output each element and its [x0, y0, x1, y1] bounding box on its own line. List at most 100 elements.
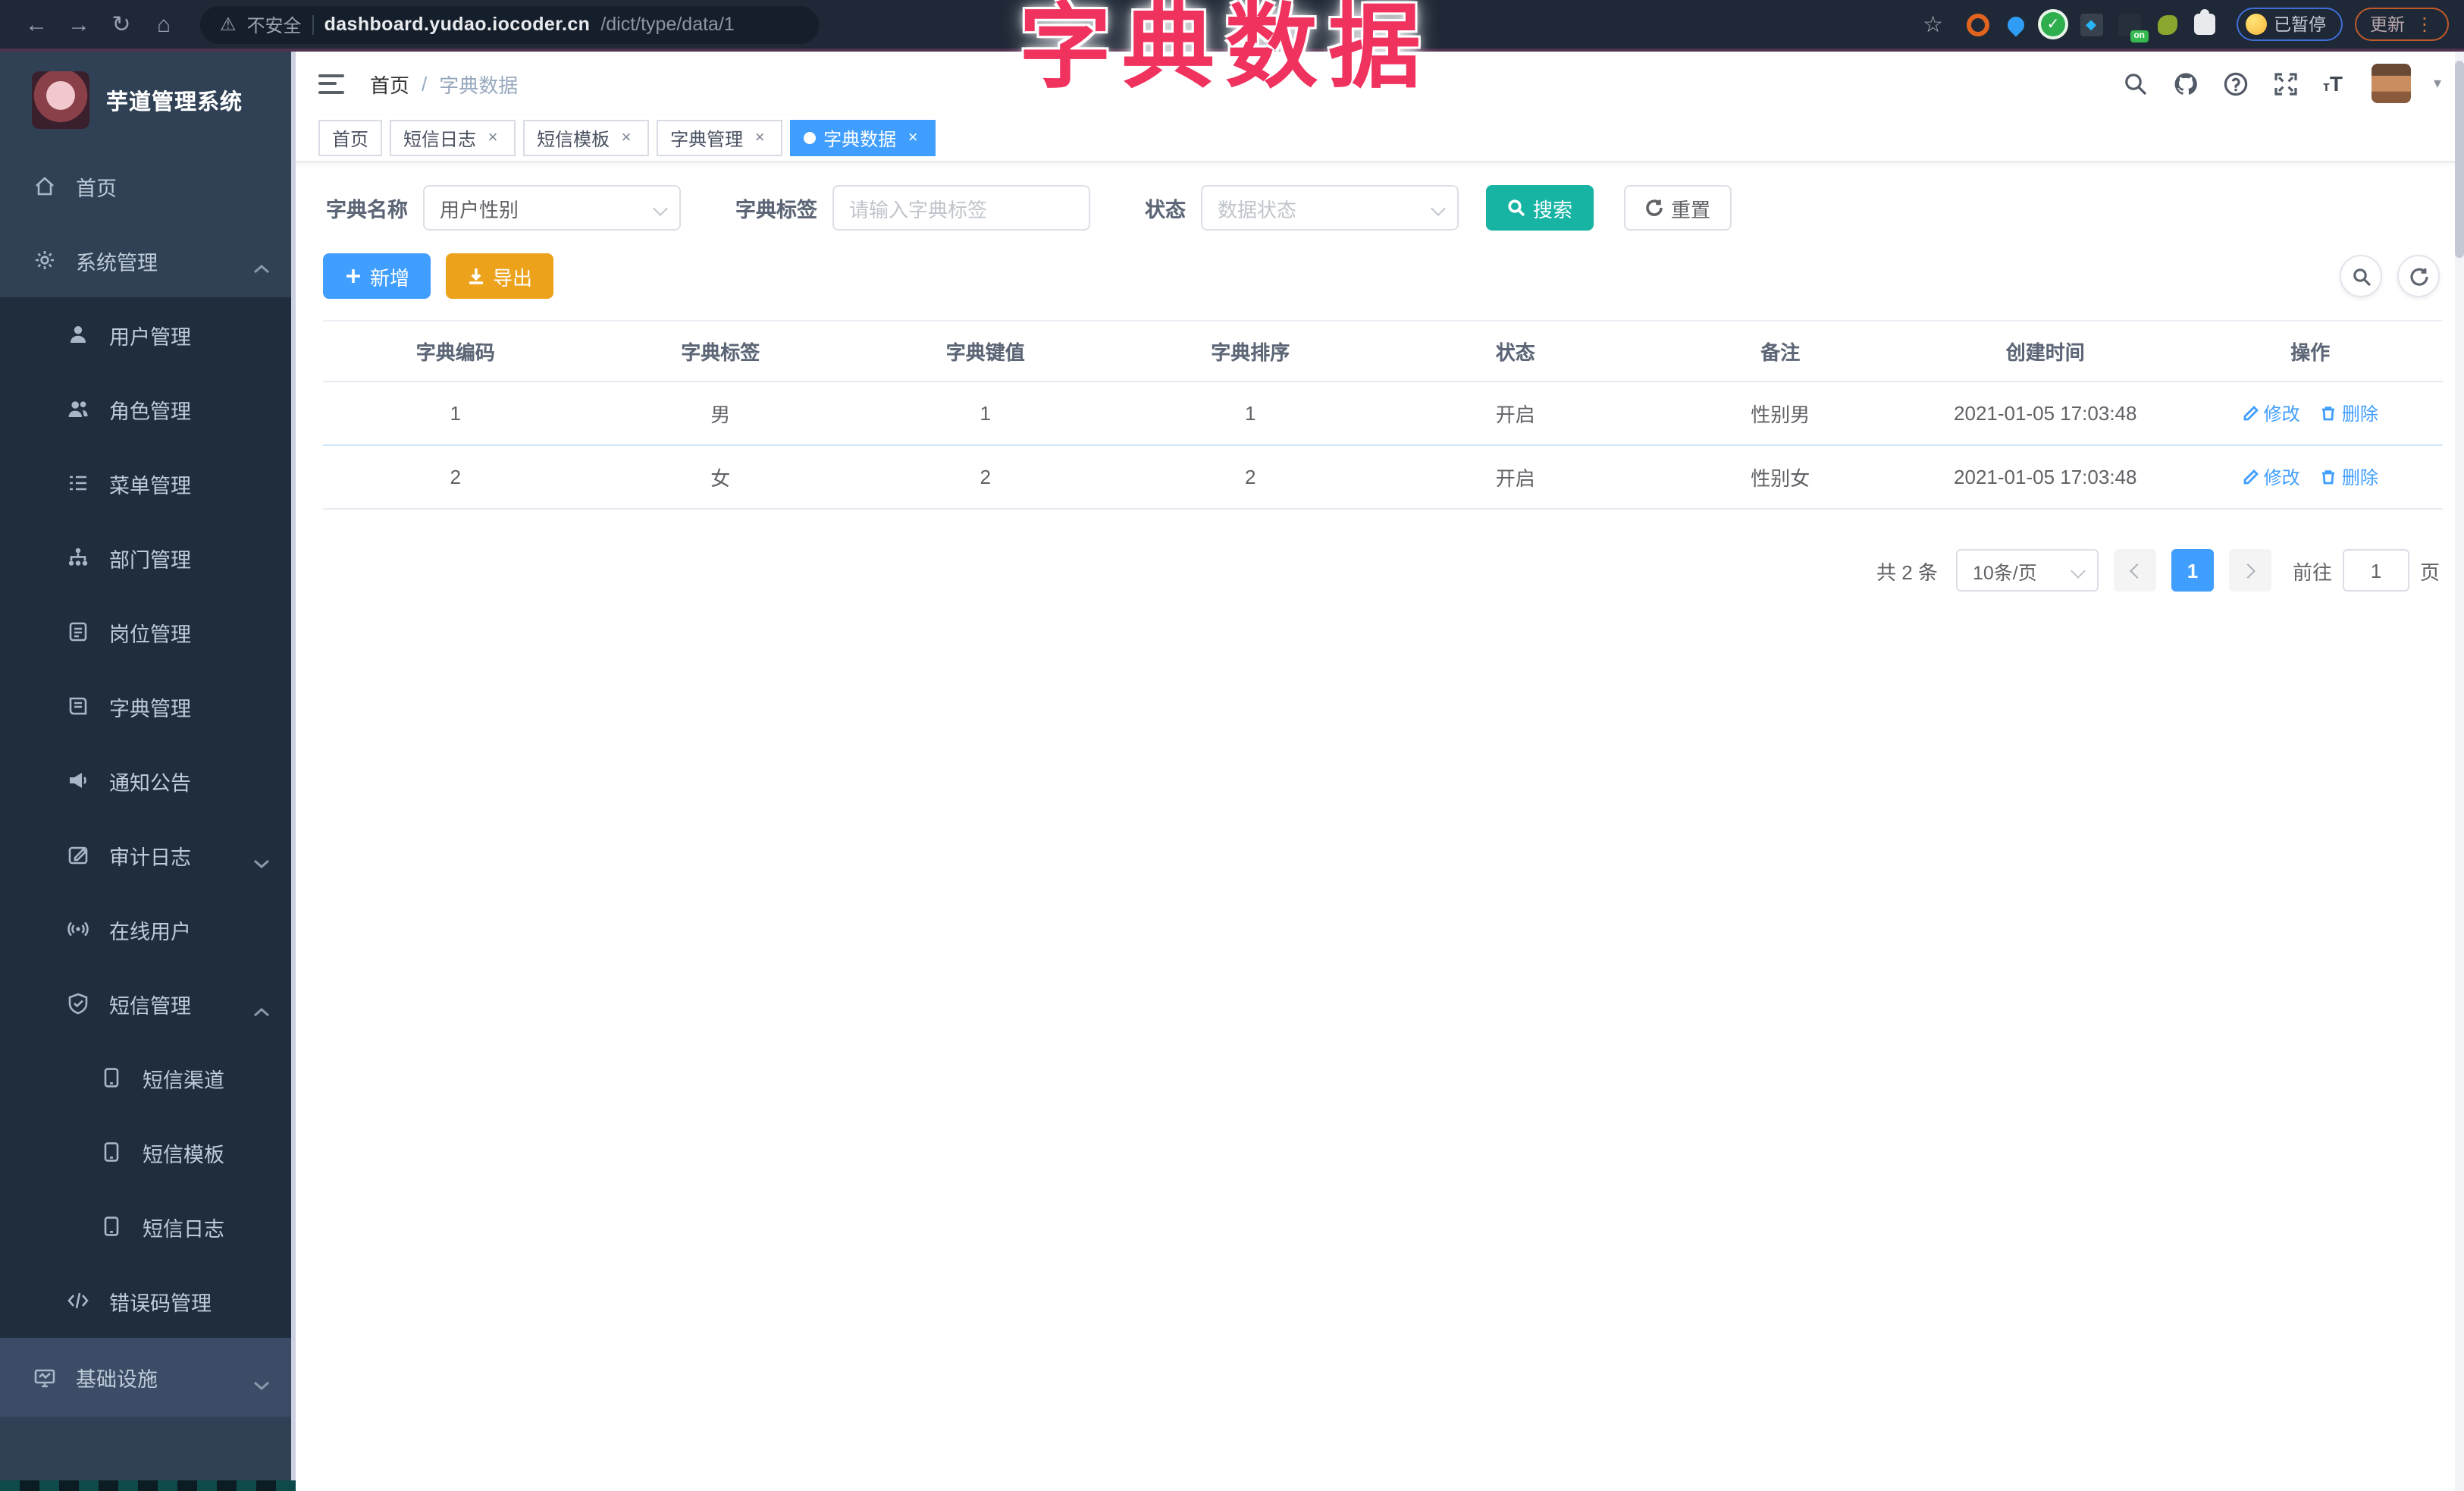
- avatar-caret-icon[interactable]: ▾: [2434, 75, 2441, 92]
- bookmark-star-icon[interactable]: ☆: [1923, 11, 1943, 38]
- download-icon: [469, 268, 484, 284]
- dict-tag-input[interactable]: 请输入字典标签: [832, 185, 1090, 231]
- address-bar[interactable]: ⚠ 不安全 dashboard.yudao.iocoder.cn/dict/ty…: [200, 5, 819, 43]
- extension-leaf-icon[interactable]: [2154, 11, 2180, 37]
- dict-tag-label: 字典标签: [735, 199, 817, 221]
- extension-drop-icon[interactable]: [2002, 11, 2028, 37]
- toggle-search-button[interactable]: [2340, 255, 2382, 297]
- back-icon[interactable]: ←: [20, 11, 53, 37]
- sidebar-item-sms-channel[interactable]: 短信渠道: [0, 1041, 296, 1115]
- collapse-sidebar-icon[interactable]: [318, 74, 344, 93]
- filter-form: 字典名称 用户性别 字典标签 请输入字典标签 状态 数据状态 搜索 重置: [323, 185, 2443, 231]
- fullscreen-icon[interactable]: [2273, 70, 2300, 97]
- goto-page-input[interactable]: [2342, 549, 2409, 592]
- forward-icon[interactable]: →: [62, 11, 96, 37]
- cell-created: 2021-01-05 17:03:48: [1913, 381, 2178, 446]
- cell-value: 2: [853, 445, 1118, 510]
- sidebar-item-dict-mgmt[interactable]: 字典管理: [0, 669, 296, 743]
- monitor-icon: [33, 1366, 56, 1389]
- sidebar-item-post-mgmt[interactable]: 岗位管理: [0, 595, 296, 669]
- page-size-select[interactable]: 10条/页: [1955, 549, 2099, 592]
- sidebar-item-role-mgmt[interactable]: 角色管理: [0, 372, 296, 446]
- sidebar-item-system[interactable]: 系统管理: [0, 223, 296, 297]
- cell-created: 2021-01-05 17:03:48: [1913, 445, 2178, 510]
- profile-paused-chip[interactable]: 已暂停: [2236, 8, 2343, 41]
- sidebar-item-errcode-mgmt[interactable]: 错误码管理: [0, 1263, 296, 1338]
- shield-icon: [67, 992, 89, 1015]
- goto-page: 前往 页: [2293, 549, 2440, 592]
- github-icon[interactable]: [2173, 70, 2200, 97]
- cell-actions: 修改 删除: [2177, 445, 2443, 510]
- close-tab-icon[interactable]: ×: [617, 129, 635, 147]
- search-icon: [2353, 268, 2371, 286]
- tab-dict-data[interactable]: 字典数据 ×: [790, 120, 936, 156]
- col-header: 字典排序: [1118, 320, 1383, 382]
- extension-check-icon[interactable]: ✓: [2040, 11, 2066, 37]
- home-icon[interactable]: ⌂: [147, 11, 180, 37]
- close-tab-icon[interactable]: ×: [484, 129, 502, 147]
- sidebar-item-notice[interactable]: 通知公告: [0, 743, 296, 818]
- delete-link[interactable]: 删除: [2321, 400, 2378, 426]
- logo-row[interactable]: 芋道管理系统: [0, 52, 296, 149]
- close-tab-icon[interactable]: ×: [751, 129, 769, 147]
- edit-link[interactable]: 修改: [2243, 464, 2300, 490]
- sidebar-item-label: 菜单管理: [109, 474, 191, 497]
- extensions-puzzle-icon[interactable]: [2192, 9, 2218, 37]
- tab-sms-log[interactable]: 短信日志 ×: [390, 120, 516, 156]
- current-page-button[interactable]: 1: [2171, 549, 2214, 592]
- help-icon[interactable]: [2223, 70, 2250, 97]
- col-header: 备注: [1647, 320, 1913, 382]
- tab-home[interactable]: 首页: [318, 120, 383, 156]
- user-avatar[interactable]: [2371, 64, 2411, 103]
- sidebar-item-label: 短信模板: [143, 1143, 224, 1166]
- export-button[interactable]: 导出: [446, 253, 554, 299]
- search-icon[interactable]: [2123, 70, 2150, 97]
- sidebar-item-menu-mgmt[interactable]: 菜单管理: [0, 446, 296, 520]
- sidebar-item-user-mgmt[interactable]: 用户管理: [0, 297, 296, 372]
- next-page-button[interactable]: [2228, 549, 2271, 592]
- sidebar-item-label: 短信日志: [143, 1217, 224, 1240]
- reset-button[interactable]: 重置: [1624, 185, 1732, 231]
- sidebar-item-label: 系统管理: [76, 251, 158, 274]
- sidebar-item-label: 短信渠道: [143, 1069, 224, 1091]
- update-button[interactable]: 更新 ⋮: [2355, 8, 2449, 41]
- prev-page-button[interactable]: [2113, 549, 2156, 592]
- status-select[interactable]: 数据状态: [1201, 185, 1459, 231]
- sidebar-item-sms-log[interactable]: 短信日志: [0, 1189, 296, 1263]
- tab-dict-mgmt[interactable]: 字典管理 ×: [657, 120, 783, 156]
- delete-link[interactable]: 删除: [2321, 464, 2378, 490]
- tab-sms-template[interactable]: 短信模板 ×: [523, 120, 650, 156]
- edit-link[interactable]: 修改: [2243, 400, 2300, 426]
- page-scrollbar[interactable]: [2455, 52, 2464, 1491]
- search-button[interactable]: 搜索: [1486, 185, 1594, 231]
- sidebar-item-online-users[interactable]: 在线用户: [0, 892, 296, 966]
- font-size-icon[interactable]: тT: [2323, 71, 2343, 96]
- table-row[interactable]: 2 女 2 2 开启 性别女 2021-01-05 17:03:48 修改 删除: [323, 445, 2443, 510]
- sidebar-item-audit-log[interactable]: 审计日志: [0, 818, 296, 892]
- extension-ring-icon[interactable]: [1964, 11, 1990, 37]
- add-button[interactable]: 新增: [323, 253, 431, 299]
- dict-name-select[interactable]: 用户性别: [423, 185, 681, 231]
- extension-on-icon[interactable]: on: [2116, 11, 2148, 42]
- breadcrumb-separator: /: [422, 72, 428, 95]
- sidebar-item-home[interactable]: 首页: [0, 149, 296, 223]
- online-icon: [67, 918, 89, 940]
- refresh-table-button[interactable]: [2397, 255, 2440, 297]
- table-row[interactable]: 1 男 1 1 开启 性别男 2021-01-05 17:03:48 修改 删除: [323, 381, 2443, 446]
- sidebar-item-dept-mgmt[interactable]: 部门管理: [0, 520, 296, 595]
- sidebar-item-label: 岗位管理: [109, 623, 191, 645]
- scrollbar-thumb[interactable]: [2455, 61, 2464, 258]
- breadcrumb-home[interactable]: 首页: [370, 69, 409, 98]
- sidebar-item-sms-mgmt[interactable]: 短信管理: [0, 966, 296, 1041]
- browser-menu-kebab-icon[interactable]: ⋮: [2415, 14, 2434, 35]
- app-title: 芋道管理系统: [106, 90, 243, 115]
- cell-value: 1: [853, 381, 1118, 446]
- reload-icon[interactable]: ↻: [105, 11, 138, 38]
- breadcrumb: 首页 / 字典数据: [370, 69, 518, 98]
- sidebar-item-sms-template[interactable]: 短信模板: [0, 1115, 296, 1189]
- cell-sort: 1: [1118, 381, 1383, 446]
- sidebar-item-infra[interactable]: 基础设施: [0, 1338, 296, 1417]
- extension-diamond-icon[interactable]: ◆: [2078, 11, 2104, 37]
- dict-name-label: 字典名称: [326, 199, 408, 221]
- close-tab-icon[interactable]: ×: [904, 129, 922, 147]
